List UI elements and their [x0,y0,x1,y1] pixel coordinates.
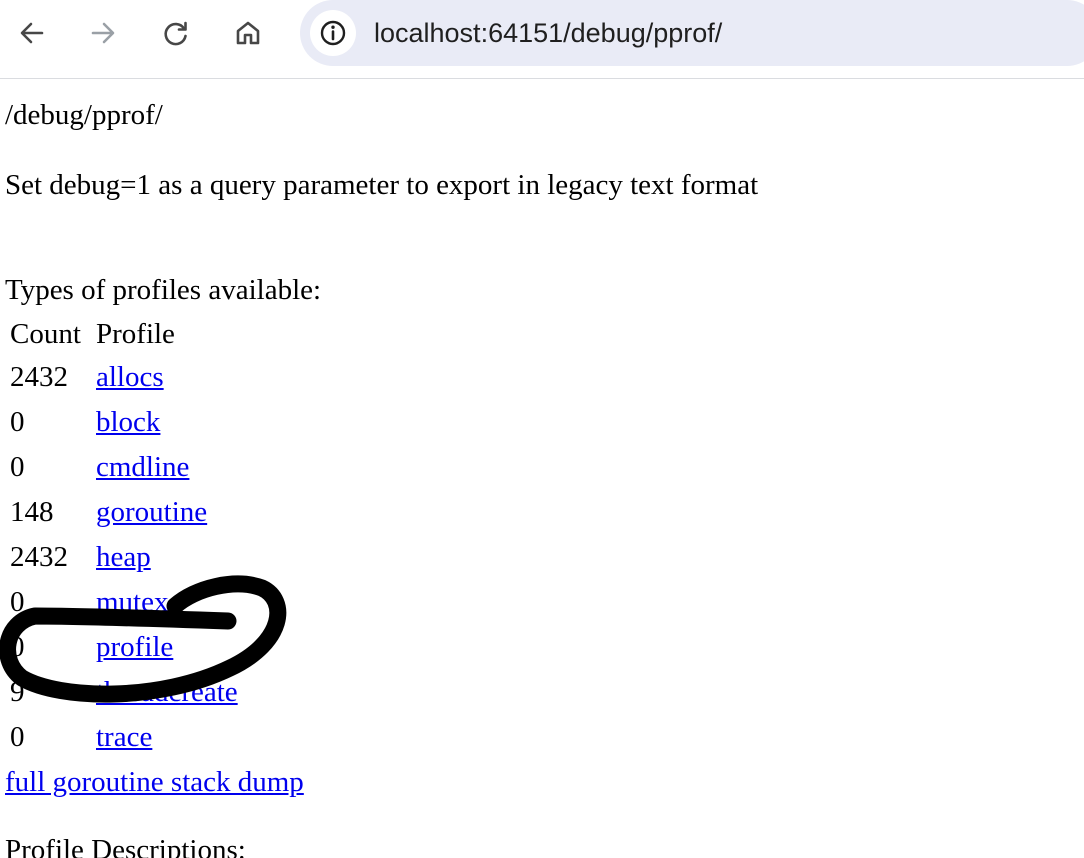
profile-cell: allocs [93,356,239,399]
table-row: 0 cmdline [7,446,239,489]
profile-cell: mutex [93,581,239,624]
profile-descriptions-heading: Profile Descriptions: [5,834,246,858]
profile-cell: profile [93,626,239,669]
profile-count: 0 [10,406,25,438]
reload-icon [164,21,187,46]
address-bar[interactable]: localhost:64151/debug/pprof/ [300,0,1084,66]
table-row: 0 block [7,401,239,444]
profile-cell: block [93,401,239,444]
profile-count: 2432 [10,541,68,573]
profile-count: 0 [10,631,25,663]
profile-count: 9 [10,676,25,708]
full-dump-container: full goroutine stack dump [5,762,304,802]
profile-link-block[interactable]: block [96,406,160,438]
profile-link-trace[interactable]: trace [96,721,152,753]
count-column-header: Count [10,318,81,350]
profile-link-goroutine[interactable]: goroutine [96,496,207,528]
page-path: /debug/pprof/ [5,99,163,131]
arrow-left-icon [20,22,44,44]
table-row: 0 trace [7,716,239,759]
debug-hint-text: Set debug=1 as a query parameter to expo… [5,169,759,201]
site-info-button[interactable] [310,10,356,56]
profile-link-allocs[interactable]: allocs [96,361,164,393]
table-row: 2432 allocs [7,356,239,399]
home-button[interactable] [228,13,268,53]
profiles-table: Count Profile 2432 allocs 0 block 0 cmdl… [5,312,241,761]
browser-toolbar: localhost:64151/debug/pprof/ [0,0,1084,79]
profile-link-threadcreate[interactable]: threadcreate [96,676,238,708]
profile-link-profile[interactable]: profile [96,631,173,663]
table-row: 0 profile [7,626,239,669]
forward-button[interactable] [83,13,123,53]
profile-types-heading: Types of profiles available: [5,274,322,306]
profile-column-header: Profile [96,318,175,350]
profile-link-mutex[interactable]: mutex [96,586,169,618]
profile-cell: threadcreate [93,671,239,714]
profile-cell: cmdline [93,446,239,489]
table-row: 0 mutex [7,581,239,624]
full-goroutine-dump-link[interactable]: full goroutine stack dump [5,766,304,798]
profile-cell: heap [93,536,239,579]
reload-button[interactable] [156,13,196,53]
table-row: 2432 heap [7,536,239,579]
table-row: 148 goroutine [7,491,239,534]
profile-link-cmdline[interactable]: cmdline [96,451,189,483]
home-icon [236,21,260,45]
table-header-row: Count Profile [7,314,239,354]
back-button[interactable] [12,13,52,53]
profile-count: 2432 [10,361,68,393]
profile-count: 0 [10,586,25,618]
profile-cell: goroutine [93,491,239,534]
arrow-right-icon [91,22,115,44]
profile-count: 148 [10,496,54,528]
info-icon [320,20,346,46]
url-text[interactable]: localhost:64151/debug/pprof/ [374,14,722,52]
table-row: 9 threadcreate [7,671,239,714]
profile-cell: trace [93,716,239,759]
profile-link-heap[interactable]: heap [96,541,151,573]
profile-count: 0 [10,451,25,483]
profile-count: 0 [10,721,25,753]
